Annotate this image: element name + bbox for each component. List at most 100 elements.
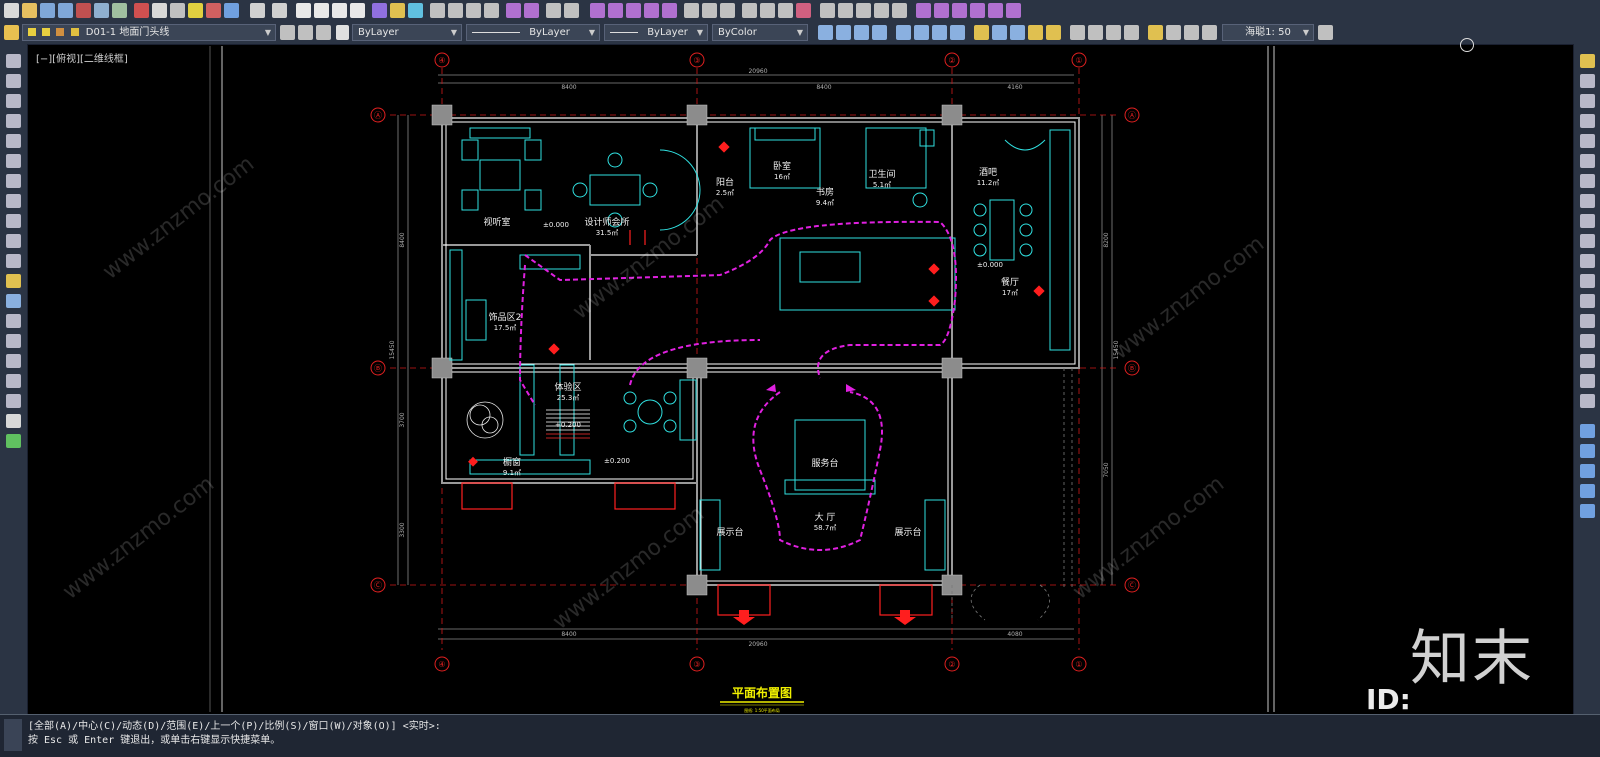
save-as-icon[interactable] [58,3,73,18]
dim-break-icon[interactable] [1046,25,1061,40]
scale-icon[interactable] [1580,194,1595,208]
layer-tool-icon[interactable] [590,3,605,18]
annotation-scale-combo[interactable]: 海聪1: 50 ▼ [1222,24,1314,41]
layer-combo[interactable]: D01-1 地面门头线 ▼ [22,24,276,41]
construction-line-icon[interactable] [6,74,21,88]
dim-jog-icon[interactable] [1006,3,1021,18]
center-mark-icon[interactable] [1088,25,1103,40]
dim-continue-icon[interactable] [1010,25,1025,40]
dim-aligned-icon[interactable] [836,25,851,40]
layer-states-icon[interactable] [316,25,331,40]
dim-update-icon[interactable] [1184,25,1199,40]
color-combo[interactable]: ByLayer ▼ [352,24,462,41]
dim-space-icon[interactable] [970,3,985,18]
zoom-realtime-icon[interactable] [314,3,329,18]
tolerance-icon[interactable] [1070,25,1085,40]
mirror-icon[interactable] [1580,94,1595,108]
dim-arc-length-icon[interactable] [854,25,869,40]
drawing-canvas[interactable]: ④ ③ ② ① ④ ③ ② ① Ⓐ Ⓑ Ⓒ Ⓐ Ⓑ Ⓒ 8400 8400 41… [0,0,1600,756]
linetype-combo[interactable]: ByLayer ▼ [466,24,600,41]
layer-isolate-icon[interactable] [626,3,641,18]
join-icon[interactable] [1580,314,1595,328]
draw-order-front-icon[interactable] [1580,424,1595,438]
add-selected-icon[interactable] [6,434,21,448]
image-icon[interactable] [720,3,735,18]
arc-icon[interactable] [6,154,21,168]
viewport-icon[interactable] [760,3,775,18]
erase-icon[interactable] [1580,54,1595,68]
multiline-text-icon[interactable] [6,414,21,428]
dimension-arc-icon[interactable] [466,3,481,18]
revision-cloud-icon[interactable] [6,194,21,208]
list-icon[interactable] [856,3,871,18]
area-icon[interactable] [838,3,853,18]
blend-curves-icon[interactable] [1580,374,1595,388]
dim-style-icon[interactable] [1202,25,1217,40]
redo-icon[interactable] [272,3,287,18]
new-file-icon[interactable] [4,3,19,18]
gradient-icon[interactable] [6,354,21,368]
properties-icon[interactable] [372,3,387,18]
text-style-icon[interactable] [506,3,521,18]
chamfer-icon[interactable] [1580,334,1595,348]
rectangle-icon[interactable] [6,134,21,148]
block-icon[interactable] [224,3,239,18]
distance-icon[interactable] [820,3,835,18]
dim-radius-icon[interactable] [896,25,911,40]
dim-break-icon[interactable] [988,3,1003,18]
id-point-icon[interactable] [874,3,889,18]
command-line-grip-icon[interactable] [4,719,22,751]
draw-order-back-icon[interactable] [1580,444,1595,458]
ucs-icon[interactable] [796,3,811,18]
match-properties-icon[interactable] [188,3,203,18]
point-icon[interactable] [6,314,21,328]
ellipse-icon[interactable] [6,234,21,248]
plot-preview-icon[interactable] [94,3,109,18]
dim-angular-icon[interactable] [950,25,965,40]
publish-icon[interactable] [112,3,127,18]
design-center-icon[interactable] [390,3,405,18]
explode-icon[interactable] [1580,394,1595,408]
circle-icon[interactable] [6,174,21,188]
layer-previous-icon[interactable] [298,25,313,40]
offset-icon[interactable] [1580,114,1595,128]
dim-update-icon[interactable] [952,3,967,18]
mass-props-icon[interactable] [892,3,907,18]
multileader-icon[interactable] [524,3,539,18]
zoom-window-icon[interactable] [332,3,347,18]
text-to-front-icon[interactable] [1580,504,1595,518]
arc-tool-icon[interactable] [916,3,931,18]
zoom-previous-icon[interactable] [350,3,365,18]
dim-jogged-icon[interactable] [914,25,929,40]
ellipse-arc-icon[interactable] [6,254,21,268]
dim-ordinate-icon[interactable] [872,25,887,40]
paste-icon[interactable] [170,3,185,18]
dimension-aligned-icon[interactable] [448,3,463,18]
fillet-icon[interactable] [1580,354,1595,368]
dim-space-icon[interactable] [1028,25,1043,40]
array-icon[interactable] [1580,134,1595,148]
command-line[interactable]: [全部(A)/中心(C)/动态(D)/范围(E)/上一个(P)/比例(S)/窗口… [0,714,1600,757]
table-icon[interactable] [6,394,21,408]
spline-icon[interactable] [6,214,21,228]
undo-icon[interactable] [250,3,265,18]
print-icon[interactable] [76,3,91,18]
viewport-controls[interactable]: [−][俯视][二维线框] [36,50,128,65]
hatch-icon[interactable] [6,334,21,348]
lineweight-combo[interactable]: ByLayer ▼ [604,24,708,41]
layer-properties-icon[interactable] [4,25,19,40]
named-views-icon[interactable] [778,3,793,18]
xref-icon[interactable] [702,3,717,18]
region-icon[interactable] [6,374,21,388]
save-icon[interactable] [40,3,55,18]
dim-override-icon[interactable] [1318,25,1333,40]
polygon-icon[interactable] [6,114,21,128]
stretch-icon[interactable] [1580,214,1595,228]
trim-icon[interactable] [1580,234,1595,248]
line-icon[interactable] [6,54,21,68]
plotstyle-combo[interactable]: ByColor ▼ [712,24,808,41]
make-current-layer-icon[interactable] [280,25,295,40]
block-editor-icon[interactable] [206,3,221,18]
move-icon[interactable] [1580,154,1595,168]
field-icon[interactable] [564,3,579,18]
